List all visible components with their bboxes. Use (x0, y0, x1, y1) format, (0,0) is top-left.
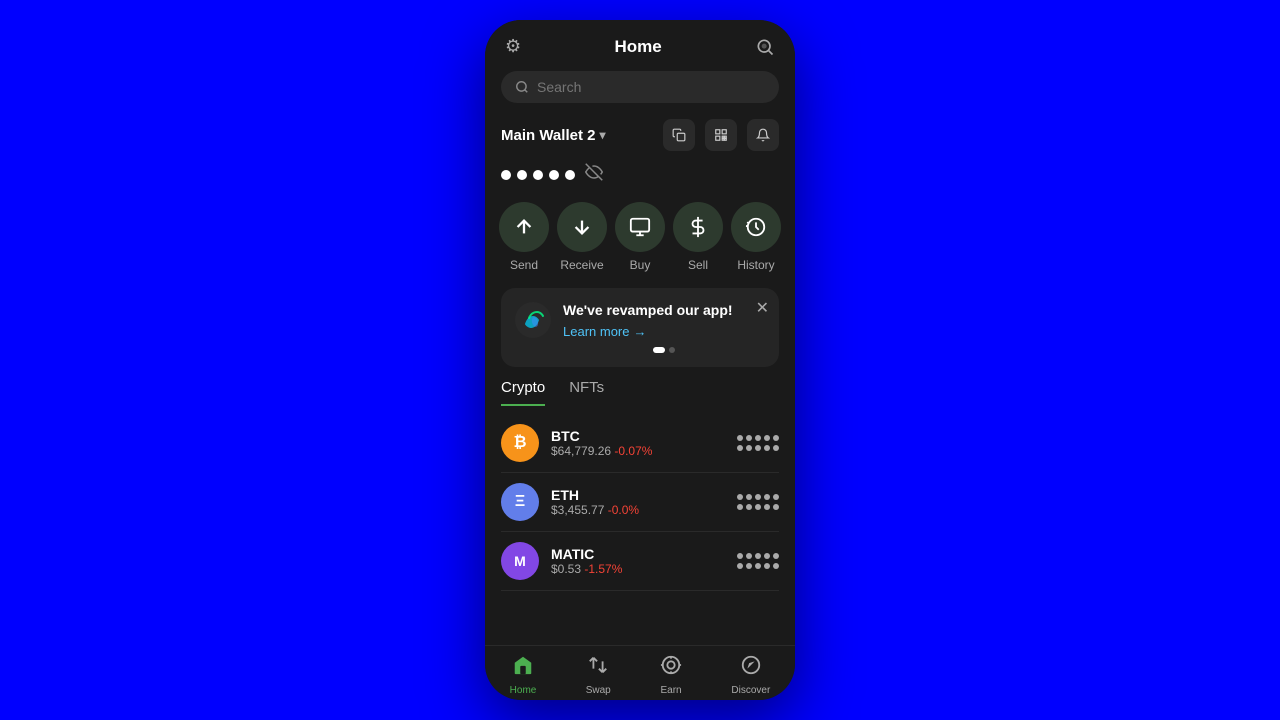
copy-button[interactable] (663, 119, 695, 151)
nav-swap[interactable]: Swap (586, 654, 611, 696)
settings-button[interactable]: ⚙ (505, 36, 521, 57)
matic-amount-dots (737, 553, 779, 559)
hide-balance-icon[interactable] (585, 163, 603, 186)
nav-discover[interactable]: Discover (731, 654, 770, 696)
balance-dot-5 (565, 170, 575, 180)
btc-value-dots (737, 445, 779, 451)
home-icon (512, 654, 534, 682)
search-icon (515, 80, 529, 94)
banner-pagination (563, 347, 765, 353)
asset-item-matic[interactable]: M MATIC $0.53 -1.57% (501, 532, 779, 591)
balance-dots-row (485, 159, 795, 198)
nav-home-label: Home (510, 685, 537, 696)
eth-balance (737, 494, 779, 510)
eth-price: $3,455.77 -0.0% (551, 503, 639, 517)
send-icon-circle (499, 202, 549, 252)
phone-frame: ⚙ Home Main Wallet 2 ▾ (485, 20, 795, 700)
wallet-name-group[interactable]: Main Wallet 2 ▾ (501, 127, 606, 144)
banner-dot-2 (669, 347, 675, 353)
wallet-dropdown-icon: ▾ (599, 128, 605, 142)
sell-label: Sell (688, 258, 708, 272)
receive-icon-circle (557, 202, 607, 252)
eth-info: ETH $3,455.77 -0.0% (551, 487, 639, 517)
header: ⚙ Home (485, 20, 795, 67)
wallet-row: Main Wallet 2 ▾ (485, 115, 795, 159)
eth-amount-dots (737, 494, 779, 500)
asset-list: ₿ BTC $64,779.26 -0.07% (485, 414, 795, 645)
history-icon-circle (731, 202, 781, 252)
balance-dot-3 (533, 170, 543, 180)
nav-earn-label: Earn (661, 685, 682, 696)
buy-icon-circle (615, 202, 665, 252)
asset-tabs: Crypto NFTs (485, 379, 795, 406)
asset-item-btc[interactable]: ₿ BTC $64,779.26 -0.07% (501, 414, 779, 473)
btc-amount-dots (737, 435, 779, 441)
banner-logo (515, 302, 551, 338)
search-bar[interactable] (501, 71, 779, 103)
balance-dot-1 (501, 170, 511, 180)
banner-dot-1 (653, 347, 665, 353)
eth-change: -0.0% (608, 503, 639, 517)
promo-banner: We've revamped our app! Learn more → ✕ (501, 288, 779, 367)
history-button[interactable]: History (731, 202, 781, 272)
matic-change: -1.57% (584, 562, 622, 576)
scan-button[interactable] (755, 37, 775, 57)
asset-left-btc: ₿ BTC $64,779.26 -0.07% (501, 424, 652, 462)
btc-symbol: BTC (551, 428, 652, 444)
btc-info: BTC $64,779.26 -0.07% (551, 428, 652, 458)
history-label: History (737, 258, 774, 272)
nav-swap-label: Swap (586, 685, 611, 696)
asset-left-matic: M MATIC $0.53 -1.57% (501, 542, 622, 580)
nav-discover-label: Discover (731, 685, 770, 696)
matic-info: MATIC $0.53 -1.57% (551, 546, 622, 576)
tab-crypto[interactable]: Crypto (501, 379, 545, 406)
btc-logo: ₿ (501, 424, 539, 462)
balance-dot-4 (549, 170, 559, 180)
asset-item-eth[interactable]: Ξ ETH $3,455.77 -0.0% (501, 473, 779, 532)
wallet-action-icons (663, 119, 779, 151)
nav-earn[interactable]: Earn (660, 654, 682, 696)
sell-icon-circle (673, 202, 723, 252)
send-button[interactable]: Send (499, 202, 549, 272)
send-label: Send (510, 258, 538, 272)
tab-nfts[interactable]: NFTs (569, 379, 604, 406)
notifications-button[interactable] (747, 119, 779, 151)
matic-logo: M (501, 542, 539, 580)
banner-close-button[interactable]: ✕ (756, 298, 769, 318)
eth-symbol: ETH (551, 487, 639, 503)
buy-label: Buy (630, 258, 651, 272)
page-title: Home (614, 37, 661, 57)
matic-price: $0.53 -1.57% (551, 562, 622, 576)
action-buttons: Send Receive Buy (485, 198, 795, 288)
nav-home[interactable]: Home (510, 654, 537, 696)
sell-button[interactable]: Sell (673, 202, 723, 272)
bottom-navigation: Home Swap Earn (485, 645, 795, 700)
banner-content: We've revamped our app! Learn more → (563, 302, 765, 353)
balance-dot-2 (517, 170, 527, 180)
buy-button[interactable]: Buy (615, 202, 665, 272)
receive-button[interactable]: Receive (557, 202, 607, 272)
matic-balance (737, 553, 779, 569)
banner-link[interactable]: Learn more → (563, 324, 765, 339)
eth-value-dots (737, 504, 779, 510)
matic-symbol: MATIC (551, 546, 622, 562)
banner-title: We've revamped our app! (563, 302, 765, 318)
swap-icon (587, 654, 609, 682)
btc-price: $64,779.26 -0.07% (551, 444, 652, 458)
earn-icon (660, 654, 682, 682)
btc-balance (737, 435, 779, 451)
btc-change: -0.07% (614, 444, 652, 458)
matic-value-dots (737, 563, 779, 569)
eth-logo: Ξ (501, 483, 539, 521)
asset-left-eth: Ξ ETH $3,455.77 -0.0% (501, 483, 639, 521)
qr-button[interactable] (705, 119, 737, 151)
search-input[interactable] (537, 79, 765, 95)
receive-label: Receive (560, 258, 603, 272)
discover-icon (740, 654, 762, 682)
